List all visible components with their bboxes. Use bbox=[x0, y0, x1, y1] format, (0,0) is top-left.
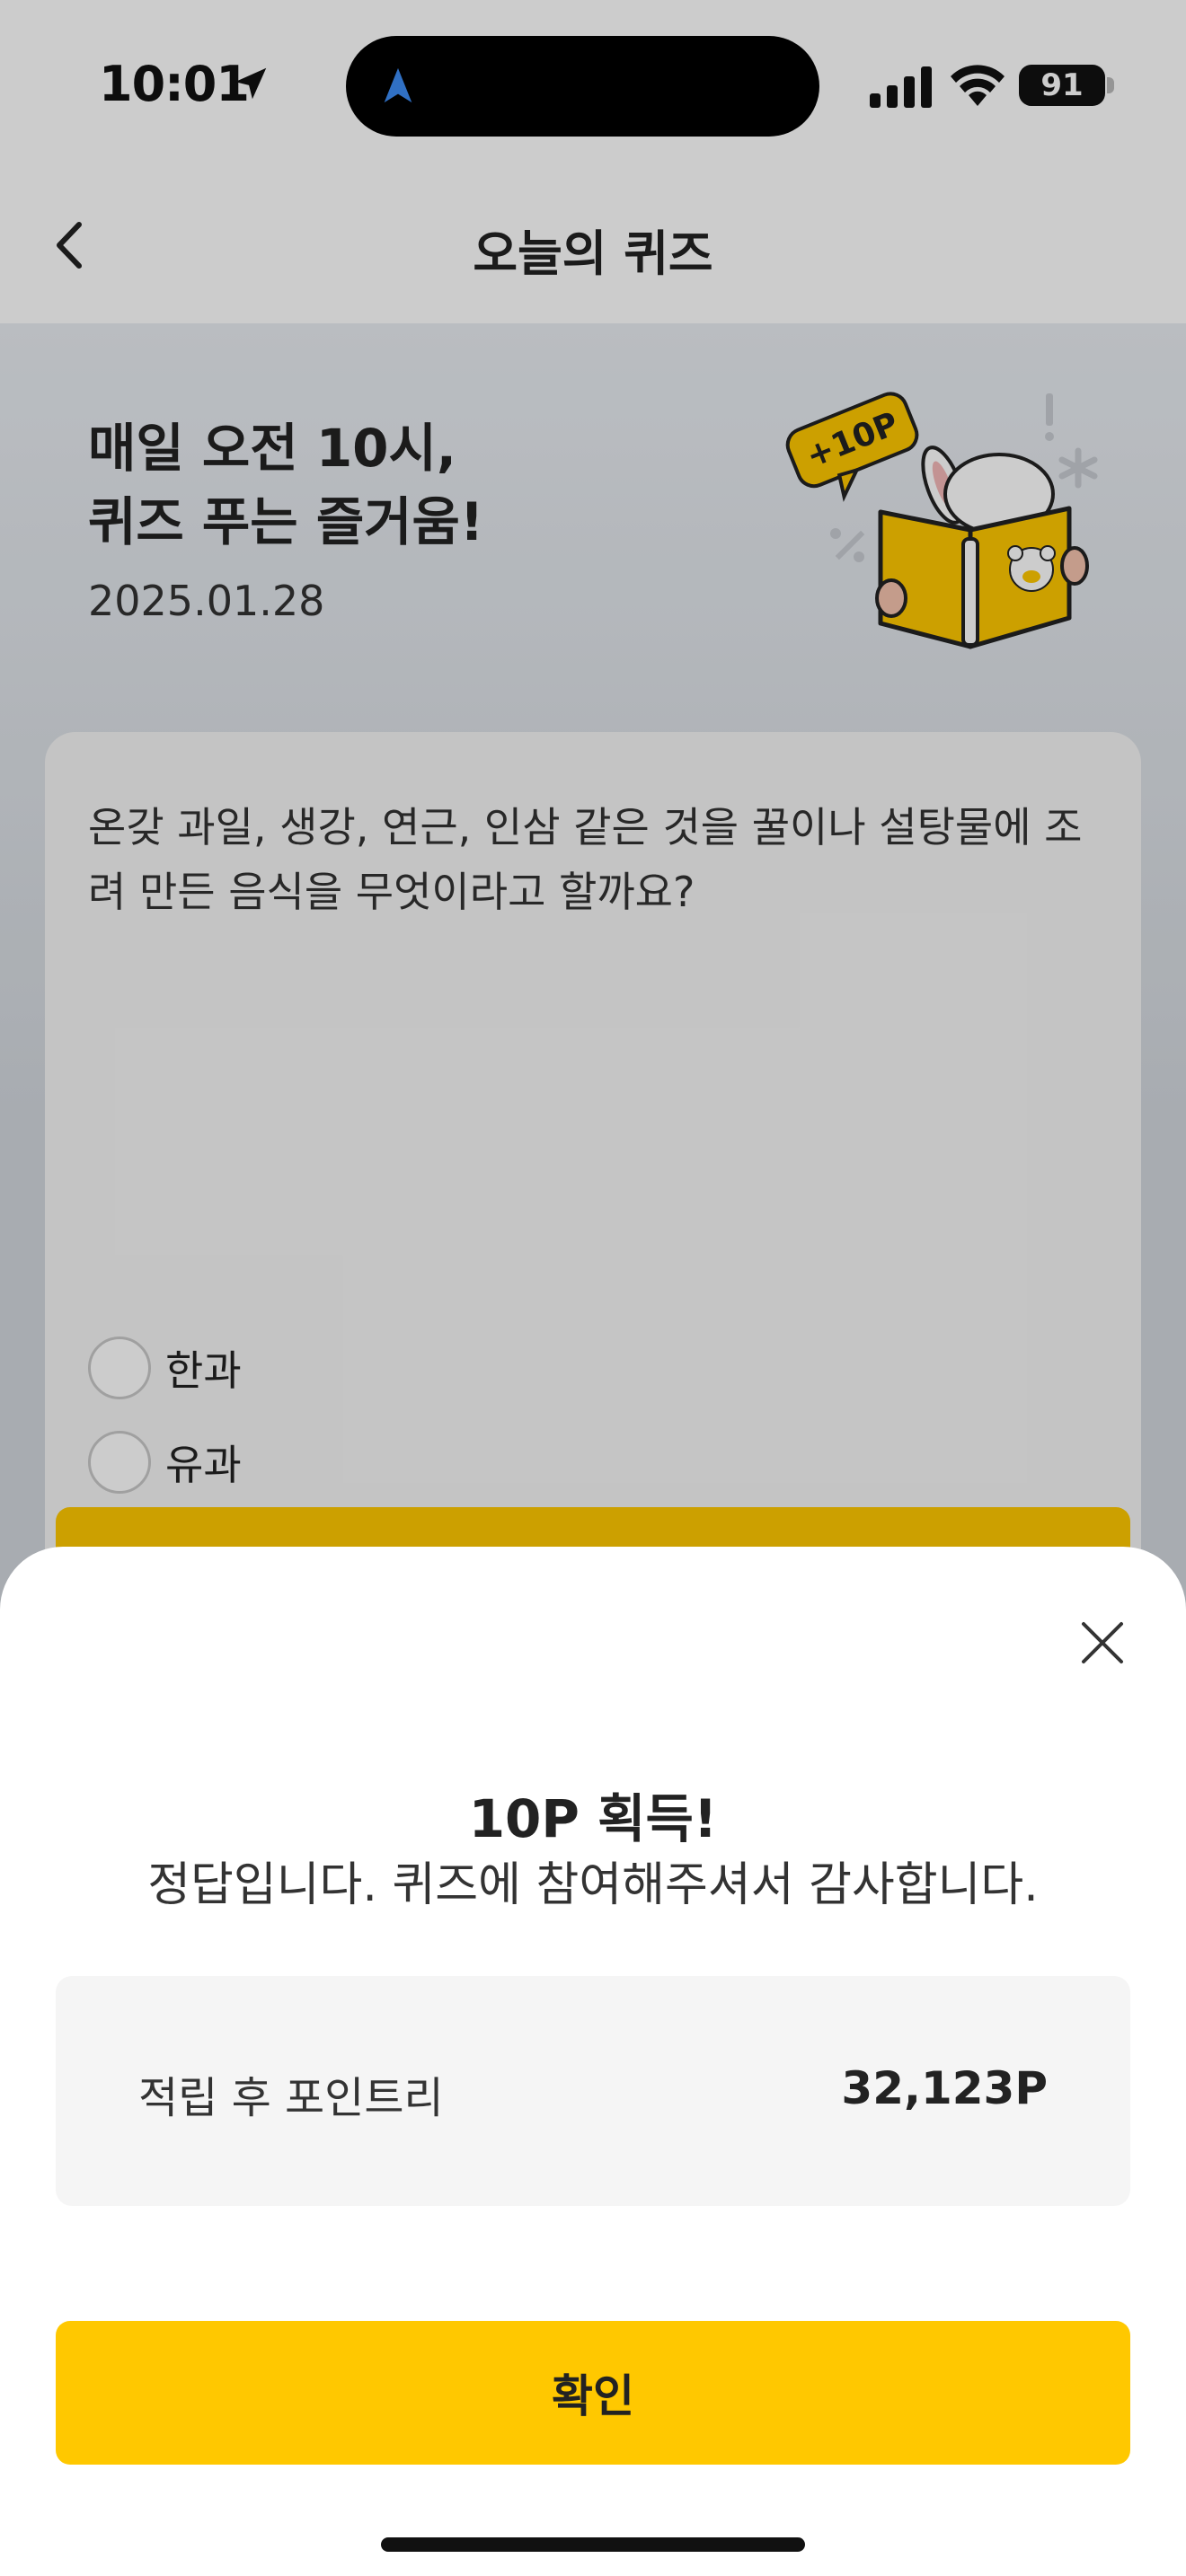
result-message: 정답입니다. 퀴즈에 참여해주셔서 감사합니다. bbox=[147, 1858, 1039, 1912]
points-value: 32,123P bbox=[841, 2062, 1048, 2114]
home-indicator bbox=[381, 2537, 805, 2552]
result-bottom-sheet: 10P 획득! 정답입니다. 퀴즈에 참여해주셔서 감사합니다. 적립 후 포인… bbox=[0, 1547, 1186, 2576]
confirm-button[interactable]: 확인 bbox=[56, 2321, 1130, 2465]
points-label: 적립 후 포인트리 bbox=[138, 2073, 444, 2123]
close-icon[interactable] bbox=[1078, 1619, 1127, 1667]
reward-title: 10P 획득! bbox=[468, 1788, 718, 1849]
points-summary-box: 적립 후 포인트리 32,123P bbox=[56, 1976, 1130, 2206]
